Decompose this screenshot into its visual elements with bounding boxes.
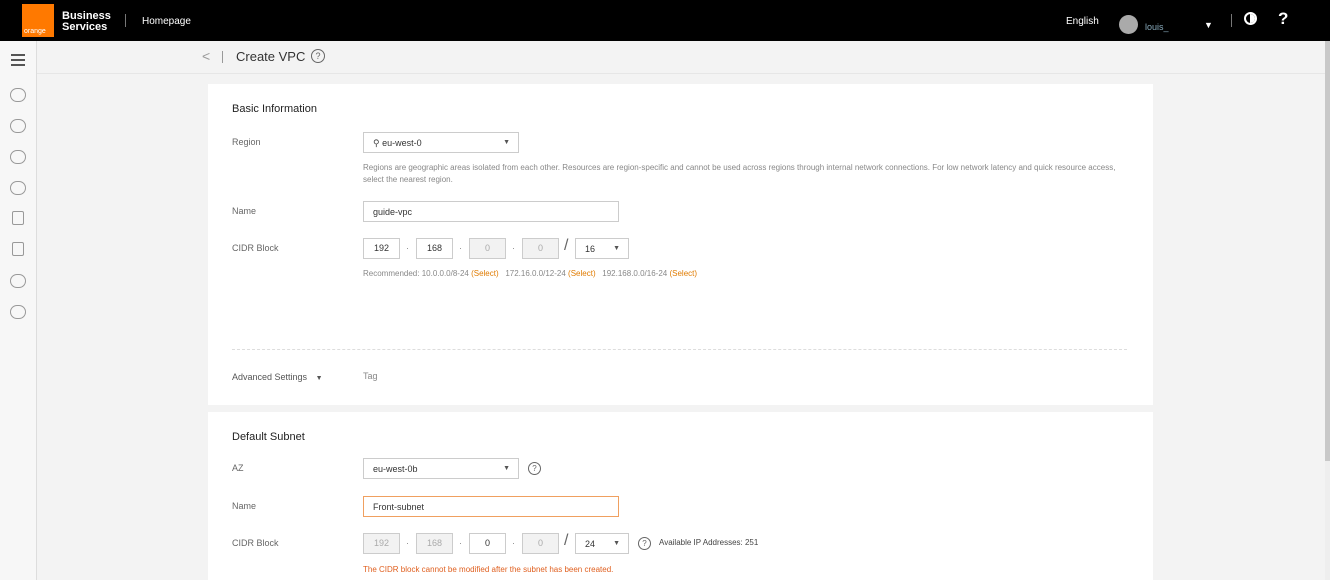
section-divider <box>232 349 1127 350</box>
cidr-mask-select[interactable]: 16 ▼ <box>575 238 629 259</box>
language-selector[interactable]: English <box>1066 16 1099 27</box>
octet-separator: · <box>459 243 462 253</box>
question-icon[interactable]: ? <box>528 462 541 475</box>
octet-separator: · <box>459 538 462 548</box>
storage-icon[interactable] <box>10 150 26 164</box>
cloud-service-icon[interactable] <box>10 181 26 195</box>
octet-separator: · <box>512 243 515 253</box>
question-icon[interactable]: ? <box>311 49 325 63</box>
subnet-octet-1: 192 <box>363 533 400 554</box>
scrollbar-thumb[interactable] <box>1325 41 1330 461</box>
cidr-warning: The CIDR block cannot be modified after … <box>363 565 614 574</box>
question-icon[interactable]: ? <box>638 537 651 550</box>
top-bar: orange Business Services Homepage Englis… <box>0 0 1330 41</box>
az-select[interactable]: eu-west-0b ▼ <box>363 458 519 479</box>
recommended-text-3: 192.168.0.0/16-24 <box>602 269 668 278</box>
subnet-mask-value: 24 <box>585 539 596 549</box>
region-select[interactable]: ⚲ eu-west-0 ▼ <box>363 132 519 153</box>
cidr-mask-value: 16 <box>585 244 596 254</box>
section-title-basic: Basic Information <box>232 103 317 115</box>
select-link-2[interactable]: (Select) <box>568 269 596 278</box>
cidr-label: CIDR Block <box>232 243 279 253</box>
mask-slash: / <box>564 237 569 254</box>
chevron-down-icon: ▼ <box>503 139 510 146</box>
vpc-name-input[interactable]: guide-vpc <box>363 201 619 222</box>
region-label: Region <box>232 137 261 147</box>
anchor-icon[interactable] <box>10 305 26 319</box>
subnet-mask-select[interactable]: 24 ▼ <box>575 533 629 554</box>
orange-logo[interactable]: orange <box>22 4 54 37</box>
default-subnet-panel: Default Subnet AZ eu-west-0b ▼ ? Name Fr… <box>208 412 1153 580</box>
username[interactable]: louis_ <box>1145 22 1169 32</box>
name-label: Name <box>232 206 257 216</box>
chevron-down-icon[interactable]: ▼ <box>1204 20 1213 30</box>
cidr-octet-2[interactable]: 168 <box>416 238 453 259</box>
chevron-down-icon: ▼ <box>315 375 323 382</box>
cidr-octet-3: 0 <box>469 238 506 259</box>
menu-icon[interactable] <box>11 54 25 66</box>
server-icon[interactable] <box>12 211 24 225</box>
cidr-octet-4: 0 <box>522 238 559 259</box>
subnet-octet-4: 0 <box>522 533 559 554</box>
basic-information-panel: Basic Information Region ⚲ eu-west-0 ▼ R… <box>208 84 1153 405</box>
tag-label: Tag <box>363 371 378 381</box>
topbar-divider <box>125 14 126 27</box>
location-pin-icon: ⚲ <box>373 138 380 148</box>
advanced-settings-toggle[interactable]: Advanced Settings ▼ <box>232 372 323 382</box>
security-icon[interactable] <box>10 274 26 288</box>
available-ip-addresses: Available IP Addresses: 251 <box>659 538 759 547</box>
section-title-subnet: Default Subnet <box>232 431 305 443</box>
az-label: AZ <box>232 463 244 473</box>
octet-separator: · <box>406 538 409 548</box>
chevron-down-icon: ▼ <box>613 540 620 547</box>
back-icon[interactable]: < <box>202 48 210 64</box>
az-value: eu-west-0b <box>373 464 418 474</box>
page-title: Create VPC <box>236 49 306 64</box>
region-value: eu-west-0 <box>382 138 422 148</box>
subnet-name-input[interactable]: Front-subnet <box>363 496 619 517</box>
subnet-octet-2: 168 <box>416 533 453 554</box>
chevron-down-icon: ▼ <box>503 465 510 472</box>
cloud-icon[interactable] <box>10 88 26 102</box>
logo-text: orange <box>24 28 46 35</box>
subnet-cidr-label: CIDR Block <box>232 538 279 548</box>
region-hint: Regions are geographic areas isolated fr… <box>363 163 1116 184</box>
left-sidebar <box>0 41 37 580</box>
brand-name: Business Services <box>62 11 111 33</box>
recommended-text-2: 172.16.0.0/12-24 <box>505 269 566 278</box>
brand-line2: Services <box>62 21 108 33</box>
subnet-octet-3[interactable]: 0 <box>469 533 506 554</box>
header-divider <box>222 51 223 63</box>
advanced-settings-label: Advanced Settings <box>232 372 308 382</box>
recommended-cidrs: Recommended: 10.0.0.0/8-24 (Select) 172.… <box>363 268 963 280</box>
subnet-name-label: Name <box>232 501 257 511</box>
octet-separator: · <box>512 538 515 548</box>
page-header: < Create VPC ? <box>37 41 1325 74</box>
chevron-down-icon: ▼ <box>613 245 620 252</box>
recommended-text-1: Recommended: 10.0.0.0/8-24 <box>363 269 469 278</box>
mask-slash: / <box>564 532 569 549</box>
database-icon[interactable] <box>12 242 24 256</box>
help-icon[interactable]: ? <box>1278 9 1288 29</box>
contrast-icon[interactable] <box>1244 12 1257 25</box>
network-icon[interactable] <box>10 119 26 133</box>
topbar-divider-2 <box>1231 14 1232 27</box>
cidr-octet-1[interactable]: 192 <box>363 238 400 259</box>
homepage-link[interactable]: Homepage <box>142 16 191 27</box>
select-link-1[interactable]: (Select) <box>471 269 499 278</box>
select-link-3[interactable]: (Select) <box>669 269 697 278</box>
octet-separator: · <box>406 243 409 253</box>
avatar[interactable] <box>1119 15 1138 34</box>
